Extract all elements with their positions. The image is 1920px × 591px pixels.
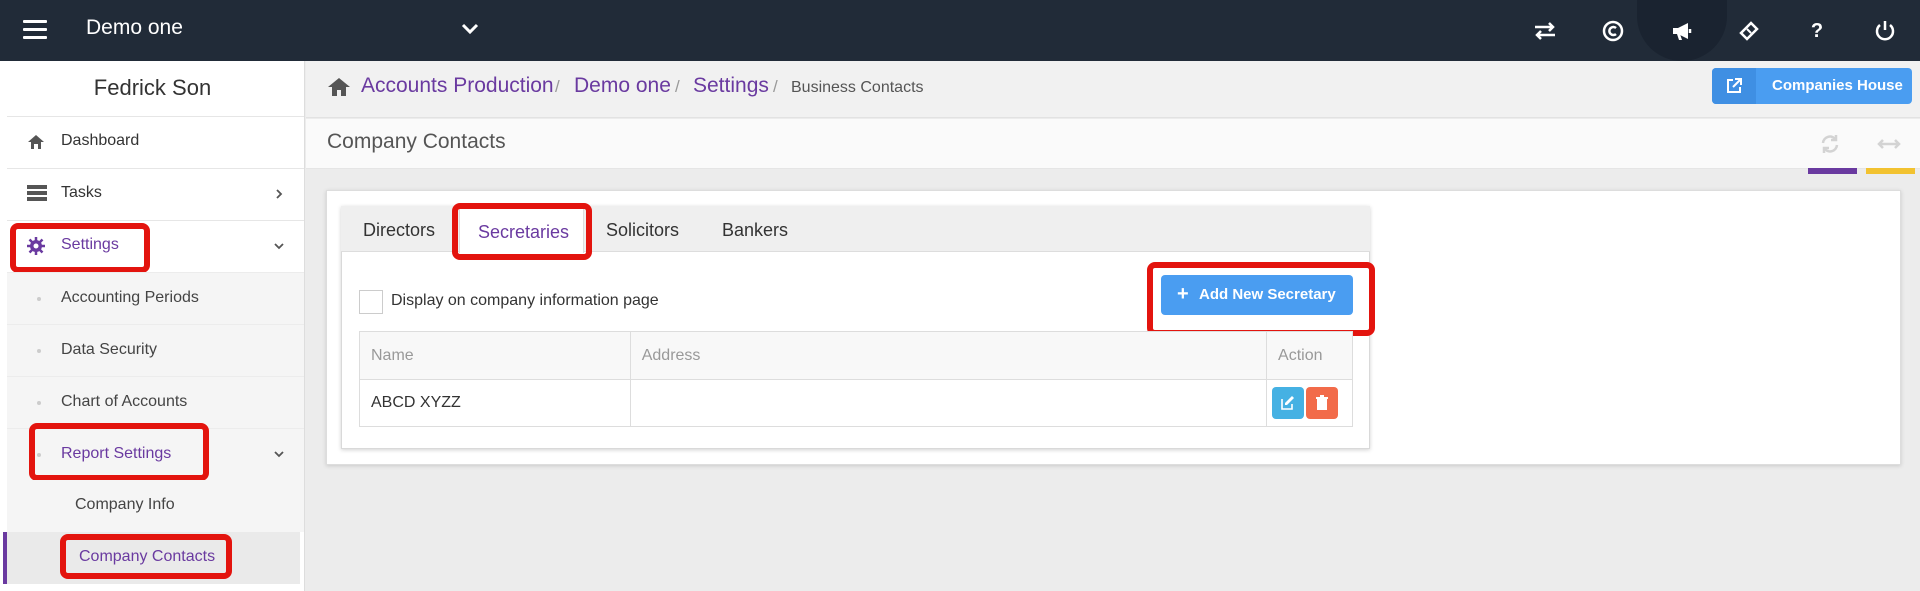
- column-header-name: Name: [359, 331, 631, 380]
- column-header-address: Address: [629, 331, 1268, 380]
- highlight-box: [1147, 262, 1375, 336]
- user-name: Fedrick Son: [93, 75, 212, 100]
- tasks-icon: [27, 185, 47, 205]
- tab-directors[interactable]: Directors: [363, 220, 435, 241]
- sidebar-subitem-company-info[interactable]: Company Info: [7, 480, 304, 532]
- companies-house-button[interactable]: Companies House: [1712, 68, 1912, 104]
- display-checkbox[interactable]: [359, 290, 383, 314]
- bullet-dot: [37, 349, 41, 353]
- cell-action: [1266, 379, 1353, 427]
- edit-icon: [1281, 396, 1295, 410]
- accent-line-yellow: [1866, 168, 1915, 174]
- home-icon[interactable]: [327, 76, 351, 98]
- help-icon[interactable]: ?: [1801, 15, 1833, 47]
- transfer-icon[interactable]: [1529, 15, 1561, 47]
- sidebar-subitem-label: Data Security: [61, 341, 158, 358]
- top-navbar: Demo one ?: [0, 0, 1920, 61]
- sidebar-subitem-accounting-periods[interactable]: Accounting Periods: [7, 272, 304, 324]
- breadcrumb-separator: /: [555, 77, 560, 96]
- chevron-down-icon: [272, 239, 286, 253]
- hamburger-icon[interactable]: [23, 20, 47, 40]
- secretaries-table: Name Address Action ABCD XYZZ: [359, 331, 1353, 427]
- expand-horizontal-icon[interactable]: [1877, 133, 1901, 155]
- companies-house-label: Companies House: [1772, 77, 1903, 94]
- page-header: Company Contacts: [306, 119, 1920, 169]
- breadcrumb-link[interactable]: Settings: [693, 74, 769, 98]
- sidebar-item-label: Dashboard: [61, 132, 140, 149]
- breadcrumb-separator: /: [773, 77, 778, 96]
- bullet-dot: [37, 401, 41, 405]
- chevron-down-icon: [272, 447, 286, 466]
- sidebar-subitem-label: Accounting Periods: [61, 289, 199, 306]
- external-link-icon: [1712, 68, 1756, 104]
- highlight-box: [452, 203, 592, 260]
- delete-button[interactable]: [1306, 387, 1339, 419]
- sidebar-subitem-data-security[interactable]: Data Security: [7, 324, 304, 376]
- highlight-box: [29, 423, 209, 481]
- tab-bankers[interactable]: Bankers: [722, 220, 788, 241]
- breadcrumb-link[interactable]: Demo one: [574, 74, 671, 98]
- cell-name: ABCD XYZZ: [359, 379, 631, 427]
- sidebar-subitem-label: Chart of Accounts: [61, 393, 188, 410]
- sidebar-item-tasks[interactable]: Tasks: [7, 168, 304, 220]
- table-header-row: Name Address Action: [359, 331, 1353, 380]
- breadcrumb-link[interactable]: Accounts Production: [361, 74, 554, 98]
- home-icon: [27, 133, 47, 153]
- refresh-icon[interactable]: [1819, 133, 1841, 155]
- highlight-box: [10, 223, 150, 273]
- accent-line-purple: [1808, 168, 1857, 174]
- breadcrumb-separator: /: [675, 77, 680, 96]
- trash-icon: [1316, 395, 1329, 410]
- tab-solicitors[interactable]: Solicitors: [606, 220, 679, 241]
- sidebar-subitem-label: Company Info: [75, 496, 175, 513]
- megaphone-icon[interactable]: [1666, 15, 1698, 47]
- table-row: ABCD XYZZ: [359, 379, 1353, 427]
- page-title: Company Contacts: [327, 130, 506, 153]
- sidebar-subitem-chart-of-accounts[interactable]: Chart of Accounts: [7, 376, 304, 428]
- breadcrumb: Accounts Production / Demo one / Setting…: [306, 61, 1920, 118]
- breadcrumb-current: Business Contacts: [791, 79, 924, 96]
- chevron-right-icon: [272, 187, 286, 201]
- chevron-down-icon[interactable]: [459, 18, 481, 40]
- highlight-box: [60, 534, 232, 579]
- bullet-dot: [37, 297, 41, 301]
- edit-button[interactable]: [1272, 387, 1305, 419]
- sidebar-item-dashboard[interactable]: Dashboard: [7, 116, 304, 168]
- column-header-action: Action: [1266, 331, 1353, 380]
- cell-address: [629, 379, 1268, 427]
- ticket-icon[interactable]: [1733, 15, 1765, 47]
- copyright-icon[interactable]: [1597, 15, 1629, 47]
- sidebar-item-label: Tasks: [61, 184, 102, 201]
- display-checkbox-label: Display on company information page: [391, 292, 659, 309]
- company-selector-label[interactable]: Demo one: [86, 16, 183, 40]
- power-icon[interactable]: [1869, 15, 1901, 47]
